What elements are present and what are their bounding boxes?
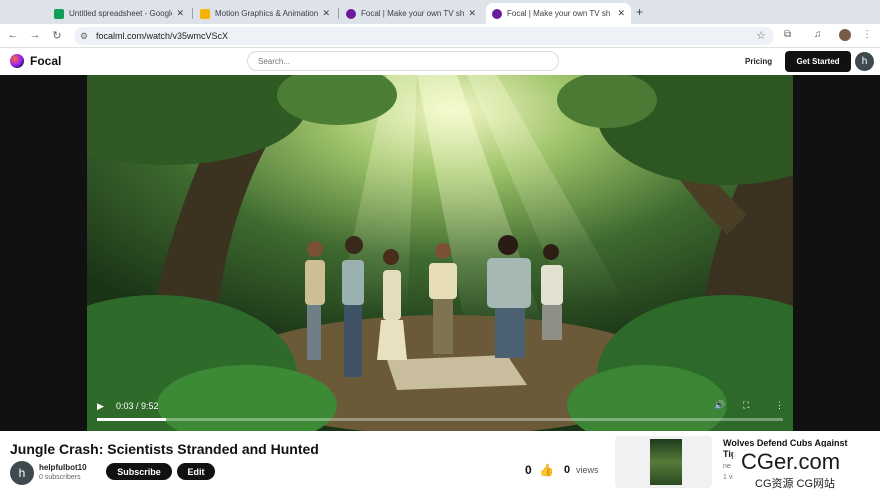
- focal-favicon-icon: [346, 8, 356, 19]
- slides-favicon-icon: [200, 8, 210, 19]
- user-avatar[interactable]: h: [855, 52, 874, 71]
- pricing-link[interactable]: Pricing: [745, 57, 772, 66]
- video-title: Jungle Crash: Scientists Stranded and Hu…: [10, 441, 319, 457]
- bookmark-star-icon[interactable]: ☆: [756, 29, 766, 42]
- browser-tab-focal-1[interactable]: Focal | Make your own TV sh ✕: [340, 3, 482, 24]
- jungle-scene-image: [87, 75, 793, 431]
- subscribe-button[interactable]: Subscribe: [106, 463, 172, 480]
- browser-tab-spreadsheet[interactable]: Untitled spreadsheet - Google ✕: [48, 3, 190, 24]
- close-tab-icon[interactable]: ✕: [176, 8, 184, 19]
- close-tab-icon[interactable]: ✕: [322, 8, 330, 19]
- tab-divider: [192, 8, 193, 19]
- fullscreen-icon[interactable]: ⛶: [743, 400, 749, 411]
- get-started-button[interactable]: Get Started: [785, 51, 851, 72]
- reload-icon[interactable]: ↻: [50, 29, 64, 42]
- browser-toolbar: ← → ↻ ⚙ focalml.com/watch/v35wmcVScX ☆ ⧉…: [0, 24, 880, 48]
- browser-profile-avatar[interactable]: [839, 29, 851, 41]
- watermark: CGer.com CG资源 CG网站: [733, 447, 880, 495]
- browser-tab-focal-active[interactable]: Focal | Make your own TV sh ✕: [486, 3, 631, 24]
- site-settings-icon[interactable]: ⚙: [80, 31, 88, 42]
- watermark-line1: CGer.com: [741, 449, 841, 474]
- extensions-puzzle-icon[interactable]: ⧉: [784, 29, 791, 40]
- close-tab-icon[interactable]: ✕: [617, 8, 625, 19]
- brand-name[interactable]: Focal: [30, 54, 61, 68]
- back-arrow-icon[interactable]: ←: [6, 29, 20, 41]
- view-count: 0: [564, 464, 571, 476]
- more-options-icon[interactable]: ⋮: [775, 400, 784, 411]
- volume-icon[interactable]: 🔊: [714, 400, 725, 411]
- browser-menu-icon[interactable]: ⋮: [862, 29, 872, 40]
- progress-fill: [97, 418, 166, 421]
- browser-tab-strip: Untitled spreadsheet - Google ✕ Motion G…: [0, 0, 880, 24]
- like-count: 0: [525, 463, 532, 477]
- channel-avatar[interactable]: h: [10, 461, 34, 485]
- time-display: 0:03 / 9:52: [116, 401, 159, 411]
- video-player[interactable]: ▶ 0:03 / 9:52 🔊 ⛶ ⋮: [0, 75, 880, 431]
- player-controls: ▶ 0:03 / 9:52 🔊 ⛶ ⋮: [87, 395, 793, 431]
- related-video-thumbnail[interactable]: [615, 436, 712, 488]
- channel-name[interactable]: helpfulbot10: [39, 463, 87, 472]
- media-controls-icon[interactable]: ♫: [814, 29, 822, 40]
- play-icon[interactable]: ▶: [97, 401, 104, 412]
- address-bar[interactable]: ⚙ focalml.com/watch/v35wmcVScX ☆: [74, 27, 774, 45]
- forward-arrow-icon[interactable]: →: [28, 29, 42, 41]
- thumbs-up-icon[interactable]: 👍: [539, 463, 554, 477]
- watermark-line2: CG资源 CG网站: [755, 478, 836, 490]
- subscriber-count: 0 subscribers: [39, 474, 81, 481]
- related-thumbnail-image: [650, 439, 682, 485]
- close-tab-icon[interactable]: ✕: [468, 8, 476, 19]
- related-video-channel: ne: [723, 463, 731, 470]
- focal-logo-icon[interactable]: [10, 54, 24, 68]
- progress-bar[interactable]: [97, 418, 783, 421]
- search-input[interactable]: [247, 51, 559, 71]
- edit-button[interactable]: Edit: [177, 463, 215, 480]
- browser-tab-motion-graphics[interactable]: Motion Graphics & Animation ✕: [194, 3, 336, 24]
- video-frame[interactable]: [87, 75, 793, 431]
- url-text: focalml.com/watch/v35wmcVScX: [96, 31, 229, 41]
- tab-divider: [338, 8, 339, 19]
- sheets-favicon-icon: [54, 8, 64, 19]
- focal-favicon-icon: [492, 8, 502, 19]
- site-header: Focal Pricing Get Started h: [0, 48, 880, 75]
- new-tab-icon[interactable]: +: [636, 5, 643, 19]
- views-label: views: [576, 465, 599, 475]
